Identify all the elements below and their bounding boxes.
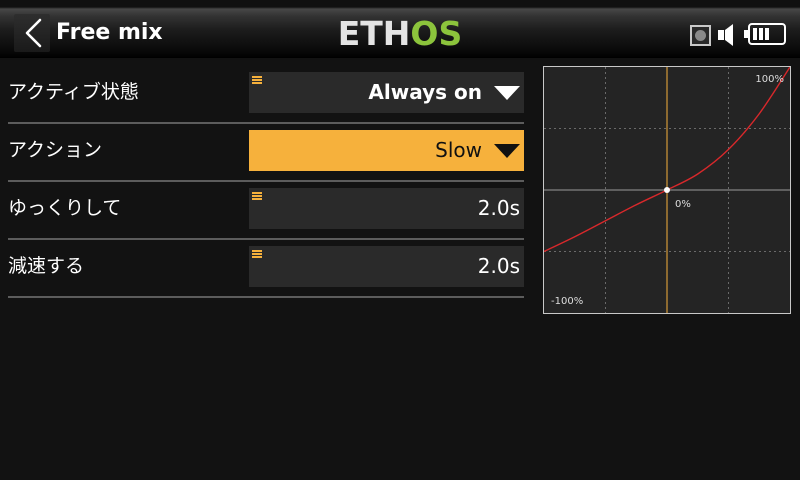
- slow-up-field[interactable]: 2.0s: [249, 188, 524, 229]
- slow-down-label: 減速する: [8, 255, 85, 277]
- back-button[interactable]: [14, 14, 50, 52]
- dropdown-arrow-icon: [494, 86, 520, 100]
- options-icon: [252, 192, 262, 200]
- options-icon: [252, 250, 262, 258]
- options-icon: [252, 76, 262, 84]
- slow-down-value: 2.0s: [477, 254, 520, 278]
- record-icon: [690, 25, 711, 46]
- battery-bar: [765, 28, 769, 40]
- slow-up-label: ゆっくりして: [8, 197, 122, 219]
- active-condition-dropdown[interactable]: Always on: [249, 72, 524, 113]
- max-tick-label: 100%: [755, 74, 784, 85]
- row-slow-up: ゆっくりして 2.0s: [8, 182, 524, 240]
- battery-level: [753, 28, 769, 40]
- curve-chart: 100% 0% -100%: [543, 66, 791, 314]
- slow-down-field[interactable]: 2.0s: [249, 246, 524, 287]
- row-slow-down: 減速する 2.0s: [8, 240, 524, 298]
- battery-icon: [744, 23, 786, 45]
- center-point: [664, 187, 670, 193]
- header-bar: Free mix ETHOS: [0, 0, 800, 58]
- row-action: アクション Slow: [8, 124, 524, 182]
- action-value: Slow: [435, 138, 482, 162]
- slow-up-value: 2.0s: [477, 196, 520, 220]
- dropdown-arrow-icon: [494, 144, 520, 158]
- action-label: アクション: [8, 139, 103, 161]
- page-title: Free mix: [56, 20, 163, 45]
- center-tick-label: 0%: [675, 199, 691, 210]
- active-condition-label: アクティブ状態: [8, 81, 139, 103]
- ethos-logo: ETHOS: [250, 15, 550, 53]
- record-dot: [695, 30, 706, 41]
- logo-text-left: ETH: [337, 14, 411, 53]
- row-divider: [8, 296, 524, 298]
- chevron-left-icon: [25, 18, 42, 48]
- min-tick-label: -100%: [551, 296, 583, 307]
- action-dropdown[interactable]: Slow: [249, 130, 524, 171]
- battery-bar: [759, 28, 763, 40]
- curve-plot: 100% 0% -100%: [544, 67, 790, 313]
- logo-text-right: OS: [410, 14, 463, 53]
- row-active-condition: アクティブ状態 Always on: [8, 66, 524, 124]
- active-condition-value: Always on: [368, 80, 482, 104]
- battery-bar: [753, 28, 757, 40]
- speaker-icon: [718, 24, 733, 46]
